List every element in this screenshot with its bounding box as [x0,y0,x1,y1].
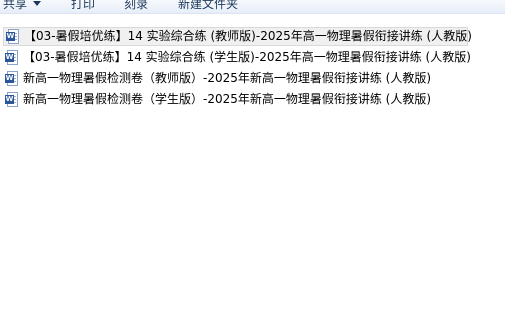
file-item[interactable]: W 【03-暑假培优练】14 实验综合练 (教师版)-2025年高一物理暑假衔接… [3,27,472,46]
word-doc-icon: W [6,29,19,44]
file-name: 新高一物理暑假检测卷（教师版）-2025年新高一物理暑假衔接讲练 (人教版) [23,71,432,85]
share-menu-button[interactable]: 共享 [3,0,42,13]
new-folder-button[interactable]: 新建文件夹 [178,0,238,13]
word-doc-icon: W [5,92,18,107]
file-item[interactable]: W 新高一物理暑假检测卷（教师版）-2025年新高一物理暑假衔接讲练 (人教版) [3,69,431,88]
file-name: 新高一物理暑假检测卷（学生版）-2025年新高一物理暑假衔接讲练 (人教版) [23,92,432,106]
file-name: 【03-暑假培优练】14 实验综合练 (学生版)-2025年高一物理暑假衔接讲练… [23,50,471,64]
word-doc-icon: W [5,50,18,65]
command-bar: 共享 打印 刻录 新建文件夹 [0,0,505,14]
print-button[interactable]: 打印 [71,0,95,13]
file-item[interactable]: W 【03-暑假培优练】14 实验综合练 (学生版)-2025年高一物理暑假衔接… [3,48,471,67]
burn-button[interactable]: 刻录 [124,0,148,13]
word-doc-icon: W [5,71,18,86]
chevron-down-icon [33,1,42,6]
share-label: 共享 [3,0,28,11]
file-item[interactable]: W 新高一物理暑假检测卷（学生版）-2025年新高一物理暑假衔接讲练 (人教版) [3,90,431,109]
file-name: 【03-暑假培优练】14 实验综合练 (教师版)-2025年高一物理暑假衔接讲练… [24,29,472,43]
